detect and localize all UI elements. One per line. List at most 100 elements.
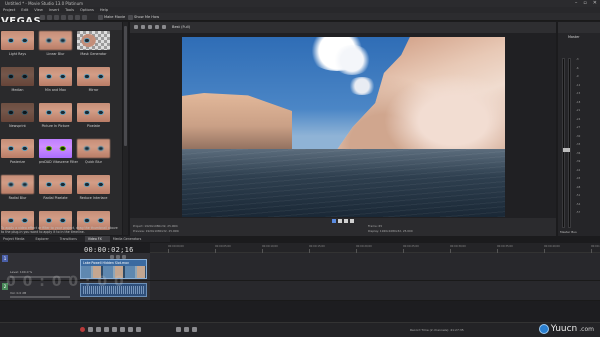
video-fx-panel: Light Rays Linear Blur Mask Generator Media… xyxy=(0,22,122,235)
fx-item[interactable]: Mask Generator xyxy=(77,31,110,59)
fx-thumbnail[interactable] xyxy=(39,103,72,122)
display-info: Display: 1920x1080x32, 25.000 xyxy=(368,229,413,233)
snapshot-icon[interactable] xyxy=(162,25,166,29)
stop-icon[interactable] xyxy=(344,219,348,223)
meter-scale-label: -3 xyxy=(576,58,579,61)
fx-item[interactable]: proDAD Vitascene Filter xyxy=(39,139,79,167)
fx-thumbnail[interactable] xyxy=(39,175,72,194)
show-me-how-button[interactable]: Show Me How xyxy=(134,15,159,19)
normal-edit-tool-icon[interactable] xyxy=(176,327,181,332)
meter-scale-label: -27 xyxy=(576,126,581,129)
stop-icon[interactable] xyxy=(120,327,125,332)
project-info: Project: 1920x1080x32, 25.000i xyxy=(133,224,178,228)
fx-item[interactable] xyxy=(77,211,110,239)
external-monitor-icon[interactable] xyxy=(141,25,145,29)
open-icon[interactable] xyxy=(47,14,52,20)
fx-thumbnail[interactable] xyxy=(39,139,72,158)
fx-thumbnail[interactable] xyxy=(39,31,72,50)
fx-thumbnail[interactable] xyxy=(77,139,110,158)
fx-item[interactable]: Radial Blur xyxy=(1,175,34,203)
question-icon xyxy=(128,14,133,20)
play-icon[interactable] xyxy=(332,219,336,223)
go-to-start-icon[interactable] xyxy=(128,327,133,332)
loop-icon[interactable] xyxy=(350,219,354,223)
ruler-tick-label: 00:00:45;00 xyxy=(591,245,600,253)
fx-item[interactable]: Newsprint xyxy=(1,103,34,131)
fx-scrollbar[interactable] xyxy=(123,22,128,235)
ruler-tick-label: 00:00:00;00 xyxy=(168,245,184,253)
water xyxy=(182,149,505,217)
master-mixer: Master -3 -6 -9 -12 -15 -18 -21 -24 -27 -30 -33 -36… xyxy=(558,22,600,236)
ruler-tick-label: 00:00:25;00 xyxy=(403,245,419,253)
tab-media-generators[interactable]: Media Generators xyxy=(110,236,149,242)
fx-item[interactable]: Light Rays xyxy=(1,31,34,59)
selection-tool-icon[interactable] xyxy=(192,327,197,332)
loop-playback-icon[interactable] xyxy=(88,327,93,332)
meter-scale-label: -54 xyxy=(576,202,581,206)
save-icon[interactable] xyxy=(54,14,59,20)
envelope-tool-icon[interactable] xyxy=(184,327,189,332)
record-icon[interactable] xyxy=(80,327,85,332)
tab-explorer[interactable]: Explorer xyxy=(33,236,57,242)
fx-thumbnail[interactable] xyxy=(77,103,110,122)
preview-quality-select[interactable]: Best (Full) xyxy=(172,25,190,29)
render-icon[interactable] xyxy=(61,14,66,20)
minimize-button[interactable]: – xyxy=(575,0,578,6)
help-icon[interactable] xyxy=(82,14,87,20)
fx-thumbnail[interactable] xyxy=(1,67,34,86)
fx-item[interactable]: Reduce Interlace xyxy=(77,175,110,203)
split-screen-icon[interactable] xyxy=(148,25,152,29)
video-preview-panel: Best (Full) Project: 1920x1080x32, 25.00… xyxy=(130,22,556,236)
fx-item[interactable] xyxy=(39,211,72,239)
fx-item[interactable]: Quick Blur xyxy=(77,139,110,167)
volume-slider[interactable] xyxy=(10,296,70,298)
video-track-lane[interactable] xyxy=(150,253,600,281)
overlay-icon[interactable] xyxy=(155,25,159,29)
undo-icon[interactable] xyxy=(68,14,73,20)
fx-thumbnail[interactable] xyxy=(1,139,34,158)
fx-label: Median xyxy=(11,88,24,92)
fx-item[interactable]: Radial Pixelate xyxy=(39,175,72,203)
tab-transitions[interactable]: Transitions xyxy=(57,236,85,242)
play-from-start-icon[interactable] xyxy=(96,327,101,332)
fx-item[interactable]: Pixelate xyxy=(77,103,110,131)
settings-icon[interactable] xyxy=(134,25,138,29)
fx-thumbnail[interactable] xyxy=(77,175,110,194)
cloud xyxy=(347,77,377,95)
fx-item[interactable]: Mirror xyxy=(77,67,110,95)
fx-label: Linear Blur xyxy=(46,52,65,56)
fx-thumbnail[interactable] xyxy=(39,67,72,86)
maximize-button[interactable]: ▫ xyxy=(583,0,586,6)
make-movie-button[interactable]: Make Movie xyxy=(104,15,125,19)
timeline-ruler[interactable]: 00:00:00;00 00:00:05;00 00:00:10;00 00:00:1… xyxy=(150,243,600,253)
fx-label: proDAD Vitascene Filter xyxy=(39,160,79,164)
master-fader[interactable] xyxy=(563,148,570,153)
tab-video-fx[interactable]: Video FX xyxy=(84,236,110,242)
scroll-thumb[interactable] xyxy=(124,26,127,146)
fx-thumbnail[interactable] xyxy=(1,31,34,50)
pause-icon[interactable] xyxy=(338,219,342,223)
fx-item[interactable]: Picture In Picture xyxy=(39,103,72,131)
redo-icon[interactable] xyxy=(75,14,80,20)
close-button[interactable]: ✕ xyxy=(593,0,597,6)
fx-item[interactable]: Min and Max xyxy=(39,67,72,95)
meter-scale-label: -36 xyxy=(576,151,581,155)
fx-label: Min and Max xyxy=(45,88,66,92)
go-to-end-icon[interactable] xyxy=(136,327,141,332)
fx-thumbnail[interactable] xyxy=(1,103,34,122)
fx-item[interactable]: Linear Blur xyxy=(39,31,72,59)
audio-track-lane[interactable] xyxy=(150,281,600,301)
fx-thumbnail[interactable] xyxy=(1,175,34,194)
meter-right xyxy=(568,58,571,228)
fx-thumbnail[interactable] xyxy=(77,31,110,50)
fx-item[interactable] xyxy=(1,211,34,239)
meter-left xyxy=(562,58,565,228)
fx-thumbnail[interactable] xyxy=(77,67,110,86)
meter-scale-label: -18 xyxy=(576,100,581,104)
preview-toolbar: Best (Full) xyxy=(130,22,556,33)
fx-item[interactable]: Posterize xyxy=(1,139,34,167)
fx-item[interactable]: Median xyxy=(1,67,34,95)
pause-icon[interactable] xyxy=(112,327,117,332)
tab-project-media[interactable]: Project Media xyxy=(0,236,33,242)
play-icon[interactable] xyxy=(104,327,109,332)
